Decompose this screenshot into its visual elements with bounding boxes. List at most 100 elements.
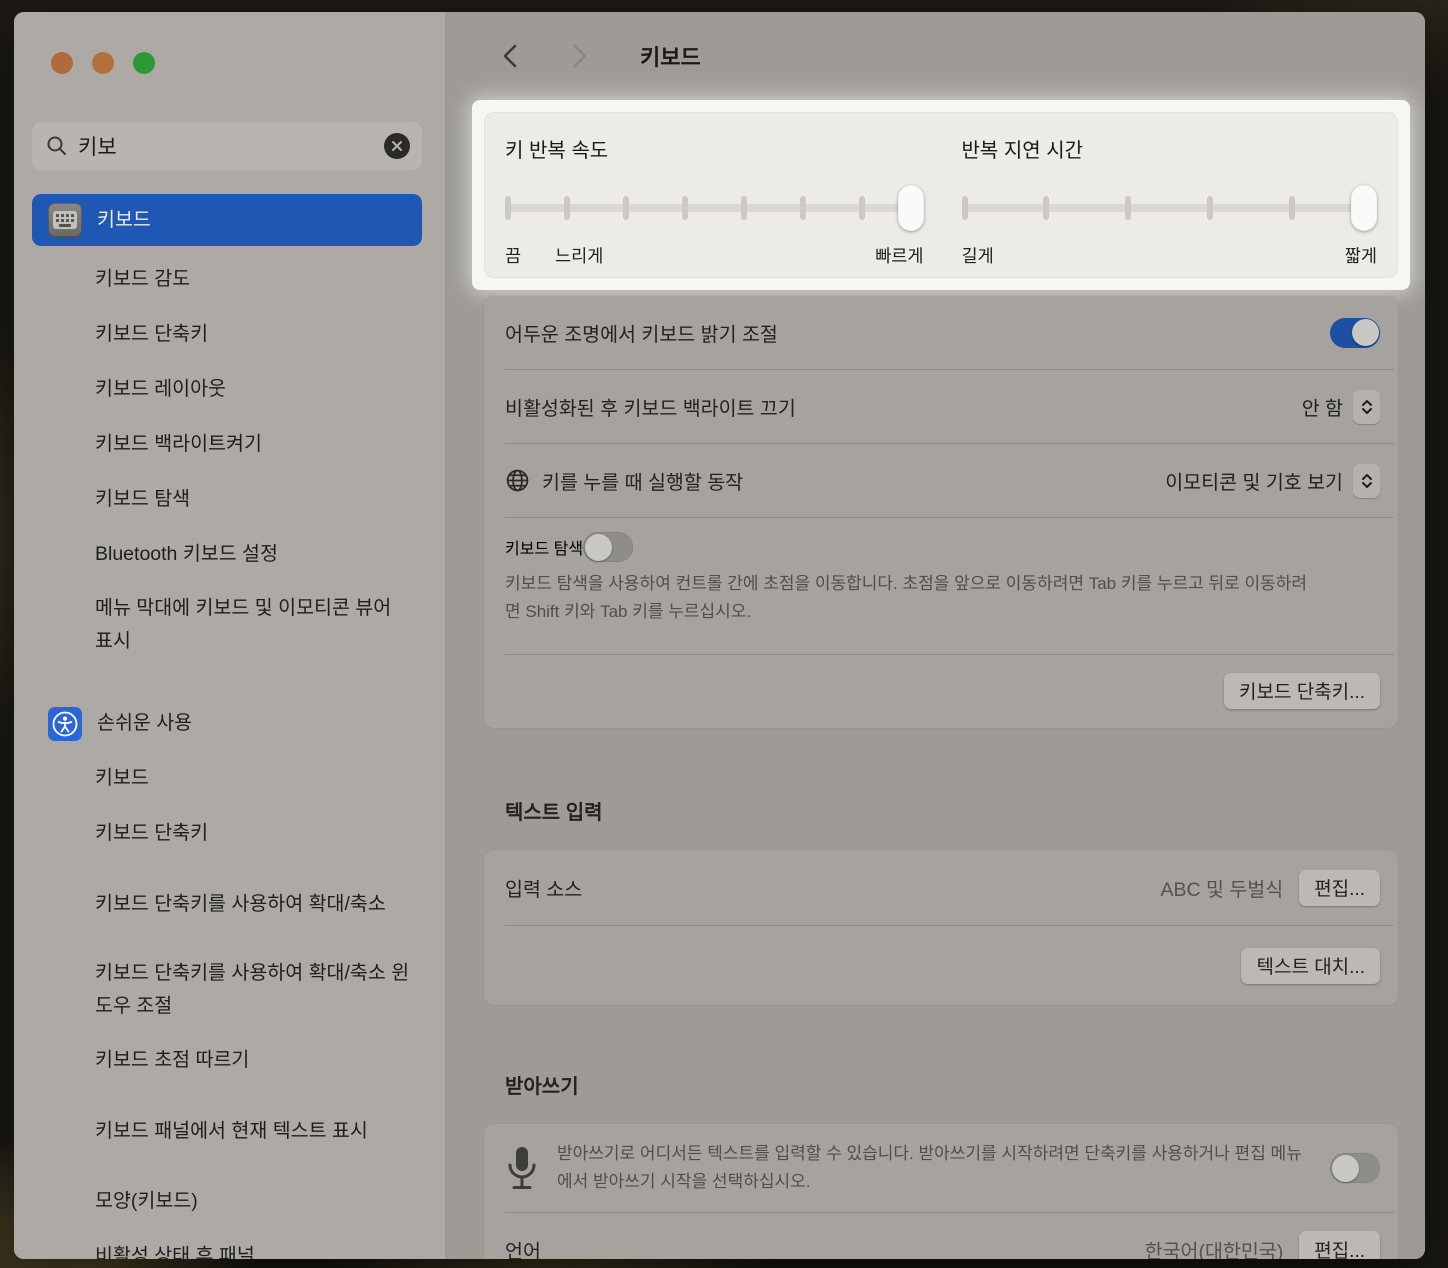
sidebar-item-label: 비활성 상태 후 패널 [48, 1240, 255, 1259]
sidebar-item-label: 키보드 단축키를 사용하여 확대/축소 윈도우 조절 [48, 957, 412, 1023]
sidebar-item-label: 모양(키보드) [48, 1185, 198, 1218]
slider-tick [1125, 196, 1131, 220]
close-window-button[interactable] [51, 52, 73, 74]
backlight-off-popup-button[interactable] [1353, 390, 1380, 424]
slider-tick [682, 196, 688, 220]
slider-tick [1207, 196, 1213, 220]
search-input[interactable] [78, 134, 384, 158]
sidebar-item-label: 키보드 [82, 204, 151, 237]
backlight-brightness-toggle[interactable] [1330, 318, 1380, 348]
text-replacements-button[interactable]: 텍스트 대치... [1241, 948, 1380, 984]
sidebar-item-0[interactable]: 키보드 [32, 194, 422, 246]
slider-track [962, 204, 1378, 212]
sidebar-item-13[interactable]: 키보드 초점 따르기 [32, 1033, 422, 1088]
accessibility-icon [48, 707, 82, 741]
slider-tick [1043, 196, 1049, 220]
language-value: 한국어(대한민국) [1145, 1235, 1284, 1260]
sidebar-item-label: 키보드 감도 [48, 263, 190, 296]
sidebar-item-9[interactable]: 키보드 [32, 751, 422, 806]
sidebar-item-3[interactable]: 키보드 레이아웃 [32, 362, 422, 417]
sidebar-item-16[interactable]: 비활성 상태 후 패널 [32, 1229, 422, 1259]
keyboard-navigation-toggle[interactable] [583, 532, 633, 562]
window-controls [51, 52, 155, 74]
sidebar-item-label: 키보드 초점 따르기 [48, 1044, 249, 1077]
sidebar-item-6[interactable]: Bluetooth 키보드 설정 [32, 527, 422, 582]
row-label: 비활성화된 후 키보드 백라이트 끄기 [505, 392, 796, 421]
sidebar-item-1[interactable]: 키보드 감도 [32, 252, 422, 307]
sidebar-item-label: 키보드 패널에서 현재 텍스트 표시 [48, 1115, 368, 1148]
dictation-toggle[interactable] [1330, 1153, 1380, 1183]
slider-labels: 끔 느리게 빠르게 [505, 243, 924, 267]
section-title-text-input: 텍스트 입력 [505, 796, 603, 825]
back-icon[interactable] [496, 41, 526, 71]
row-label: 언어 [505, 1235, 541, 1260]
slider-label-long: 길게 [962, 243, 994, 268]
sidebar-item-2[interactable]: 키보드 단축키 [32, 307, 422, 362]
text-replacements-row: 텍스트 대치... [484, 926, 1398, 1005]
sidebar: 키보드키보드 감도키보드 단축키키보드 레이아웃키보드 백라이트켜기키보드 탐색… [14, 12, 446, 1259]
section-title-dictation: 받아쓰기 [505, 1070, 579, 1099]
row-label: 입력 소스 [505, 873, 582, 902]
page-title: 키보드 [640, 40, 701, 72]
sidebar-item-15[interactable]: 모양(키보드) [32, 1174, 422, 1229]
minimize-window-button[interactable] [92, 52, 114, 74]
input-sources-value: ABC 및 두벌식 [1161, 873, 1284, 902]
popup-value: 이모티콘 및 기호 보기 [1165, 466, 1343, 495]
backlight-brightness-row: 어두운 조명에서 키보드 밝기 조절 [484, 296, 1398, 369]
slider-tick [623, 196, 629, 220]
row-label: 키보드 탐색 [505, 535, 583, 559]
text-input-card: 입력 소스 ABC 및 두벌식 편집... 텍스트 대치... [484, 850, 1398, 1005]
slider-title: 키 반복 속도 [505, 134, 924, 163]
search-highlight: 키 반복 속도 끔 느리게 빠르게 반복 지연 시간 [472, 100, 1410, 290]
dictation-description: 받아쓰기로 어디서든 텍스트를 입력할 수 있습니다. 받아쓰기를 시작하려면 … [557, 1140, 1308, 1196]
keyboard-shortcuts-button[interactable]: 키보드 단축키... [1224, 673, 1380, 709]
slider-label-off: 끔 [505, 243, 521, 268]
sidebar-item-4[interactable]: 키보드 백라이트켜기 [32, 417, 422, 472]
globe-icon [505, 468, 530, 493]
key-repeat-rate-block: 키 반복 속도 끔 느리게 빠르게 [505, 134, 924, 278]
sidebar-item-label: 키보드 단축키 [48, 817, 208, 850]
sidebar-item-label: 손쉬운 사용 [82, 707, 192, 740]
sidebar-results-list: 키보드키보드 감도키보드 단축키키보드 레이아웃키보드 백라이트켜기키보드 탐색… [32, 194, 422, 1259]
sidebar-item-label: 메뉴 막대에 키보드 및 이모티콘 뷰어 표시 [48, 592, 412, 658]
search-field[interactable] [32, 122, 422, 170]
slider-thumb[interactable] [898, 185, 924, 231]
sidebar-item-label: 키보드 [48, 762, 149, 795]
slider-labels: 길게 짧게 [962, 243, 1378, 267]
keyboard-icon [48, 203, 82, 237]
popup-value: 안 함 [1302, 392, 1343, 421]
sidebar-item-14[interactable]: 키보드 패널에서 현재 텍스트 표시 [32, 1088, 422, 1174]
sidebar-item-label: 키보드 레이아웃 [48, 373, 226, 406]
sidebar-item-label: Bluetooth 키보드 설정 [48, 538, 278, 571]
dictation-row: 받아쓰기로 어디서든 텍스트를 입력할 수 있습니다. 받아쓰기를 시작하려면 … [484, 1124, 1398, 1212]
slider-tick [741, 196, 747, 220]
sidebar-item-label: 키보드 단축키를 사용하여 확대/축소 [48, 888, 386, 921]
sidebar-item-10[interactable]: 키보드 단축키 [32, 806, 422, 861]
header: 키보드 [446, 12, 1425, 100]
fn-key-action-popup-button[interactable] [1353, 464, 1380, 498]
slider-tick [859, 196, 865, 220]
sidebar-item-5[interactable]: 키보드 탐색 [32, 472, 422, 527]
sidebar-item-label: 키보드 단축키 [48, 318, 208, 351]
sidebar-item-8[interactable]: 손쉬운 사용 [32, 696, 422, 751]
clear-search-icon[interactable] [384, 133, 410, 159]
system-settings-window: 키보드키보드 감도키보드 단축키키보드 레이아웃키보드 백라이트켜기키보드 탐색… [14, 12, 1425, 1259]
slider-tick [1289, 196, 1295, 220]
forward-icon[interactable] [564, 41, 594, 71]
zoom-window-button[interactable] [133, 52, 155, 74]
row-label: 키를 누를 때 실행할 동작 [542, 466, 743, 495]
search-icon [46, 135, 68, 157]
key-repeat-slider[interactable] [505, 185, 924, 231]
slider-tick [800, 196, 806, 220]
keyboard-navigation-row: 키보드 탐색 키보드 탐색을 사용하여 컨트롤 간에 초점을 이동합니다. 초점… [484, 518, 1398, 654]
edit-input-sources-button[interactable]: 편집... [1299, 870, 1380, 906]
edit-language-button[interactable]: 편집... [1299, 1231, 1380, 1259]
dictation-card: 받아쓰기로 어디서든 텍스트를 입력할 수 있습니다. 받아쓰기를 시작하려면 … [484, 1124, 1398, 1259]
sidebar-item-12[interactable]: 키보드 단축키를 사용하여 확대/축소 윈도우 조절 [32, 947, 422, 1033]
row-label: 어두운 조명에서 키보드 밝기 조절 [505, 318, 778, 347]
repeat-delay-slider[interactable] [962, 185, 1378, 231]
sidebar-item-7[interactable]: 메뉴 막대에 키보드 및 이모티콘 뷰어 표시 [32, 582, 422, 668]
slider-thumb[interactable] [1351, 185, 1377, 231]
sidebar-item-label: 키보드 탐색 [48, 483, 190, 516]
sidebar-item-11[interactable]: 키보드 단축키를 사용하여 확대/축소 [32, 861, 422, 947]
